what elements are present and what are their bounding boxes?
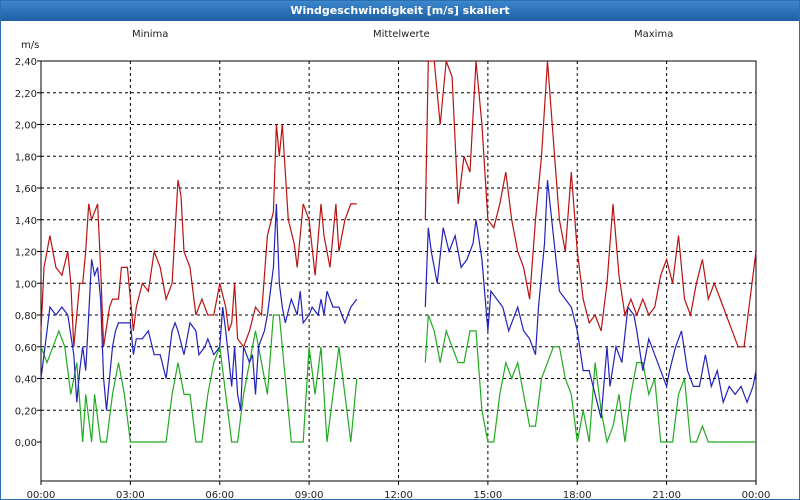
legend-minima: Minima — [132, 29, 168, 40]
y-tick-label: 0,40 — [15, 375, 37, 386]
legend-maxima: Maxima — [634, 29, 673, 40]
y-axis-ticks: 0,00 0,20 0,40 0,60 0,80 1,00 1,20 1,40 1,60 1,80… — [15, 57, 41, 449]
x-tick-time: 18:00 — [563, 490, 592, 499]
x-tick-time: 03:00 — [116, 490, 145, 499]
y-axis-label: m/s — [21, 40, 39, 51]
x-tick-time: 09:00 — [295, 490, 324, 499]
y-tick-label: 1,60 — [15, 184, 37, 195]
y-tick-label: 2,40 — [15, 57, 37, 68]
legend-mittelwerte: Mittelwerte — [373, 29, 430, 40]
y-tick-label: 0,60 — [15, 343, 37, 354]
x-tick-time: 21:00 — [652, 490, 681, 499]
y-tick-label: 0,80 — [15, 311, 37, 322]
x-tick-time: 00:00 — [742, 490, 771, 499]
x-tick-time: 15:00 — [473, 490, 502, 499]
x-tick-time: 00:00 — [27, 490, 56, 499]
y-tick-label: 1,40 — [15, 216, 37, 227]
chart-window: Windgeschwindigkeit [m/s] skaliert 0,00 0… — [0, 0, 800, 500]
chart-title: Windgeschwindigkeit [m/s] skaliert — [1, 1, 799, 21]
x-axis-ticks: 00:0015.02.1303:0015.02.1306:0015.02.130… — [27, 481, 771, 499]
x-tick-time: 06:00 — [205, 490, 234, 499]
y-tick-label: 1,00 — [15, 279, 37, 290]
y-tick-label: 1,20 — [15, 248, 37, 259]
y-tick-label: 2,00 — [15, 121, 37, 132]
y-tick-label: 0,00 — [15, 438, 37, 449]
y-tick-label: 2,20 — [15, 89, 37, 100]
x-tick-time: 12:00 — [384, 490, 413, 499]
y-tick-label: 1,80 — [15, 152, 37, 163]
chart-canvas: 0,00 0,20 0,40 0,60 0,80 1,00 1,20 1,40 1,60 1,80… — [15, 29, 771, 499]
y-tick-label: 0,20 — [15, 406, 37, 417]
